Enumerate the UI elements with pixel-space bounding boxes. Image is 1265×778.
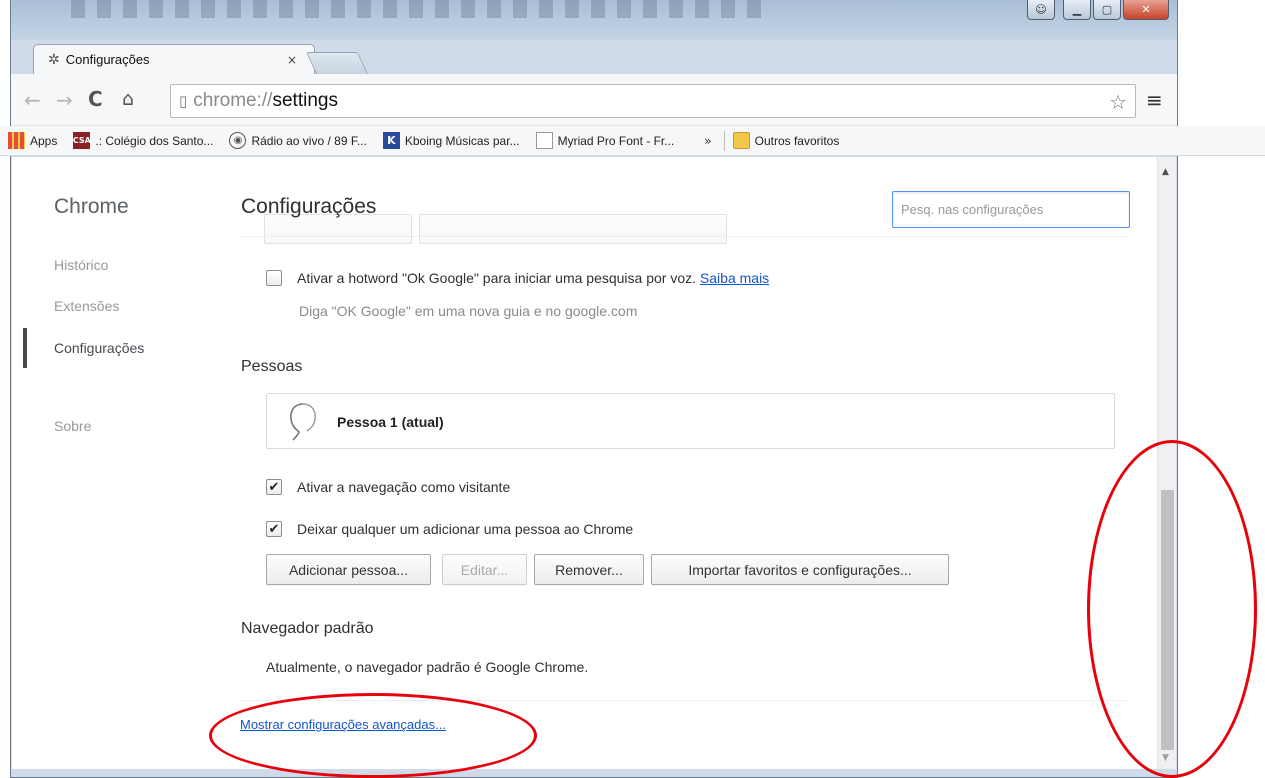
hotword-checkbox[interactable] (266, 270, 282, 286)
apps-grid-icon (8, 132, 25, 149)
bookmark-other-folder[interactable]: Outros favoritos (732, 132, 840, 149)
person-name: Pessoa 1 (atual) (337, 414, 444, 430)
title-bar: ☺ ▁ ▢ ✕ (11, 0, 1177, 40)
bookmark-star-icon[interactable]: ☆ (1109, 90, 1127, 114)
page-icon: ▯ (179, 92, 188, 110)
bookmark-label: Apps (30, 133, 58, 148)
scroll-down-arrow-icon[interactable]: ▼ (1162, 753, 1169, 763)
tab-title: Configurações (65, 52, 150, 67)
settings-page: Chrome Histórico Extensões Configurações… (12, 157, 1157, 769)
tab-close-icon[interactable]: × (284, 53, 300, 67)
vertical-scrollbar[interactable]: ▲ ▼ (1157, 157, 1176, 769)
allow-add-person-checkbox[interactable]: ✔ (266, 521, 282, 537)
home-icon[interactable]: ⌂ (122, 88, 134, 110)
guest-browsing-checkbox[interactable]: ✔ (266, 479, 282, 495)
bookmark-myriad[interactable]: Myriad Pro Font - Fr... (535, 132, 675, 149)
bookmark-label: Rádio ao vivo / 89 F... (251, 133, 367, 148)
section-title-pessoas: Pessoas (241, 358, 303, 375)
remove-person-button[interactable]: Remover... (534, 554, 644, 585)
bookmark-label: Kboing Músicas par... (404, 133, 520, 148)
show-advanced-settings-link[interactable]: Mostrar configurações avançadas... (240, 717, 446, 732)
bookmark-radio[interactable]: ◉ Rádio ao vivo / 89 F... (229, 132, 367, 149)
saiba-mais-link[interactable]: Saiba mais (700, 270, 769, 286)
scroll-up-arrow-icon[interactable]: ▲ (1162, 167, 1169, 177)
more-bookmarks-chevron-icon[interactable]: » (704, 134, 711, 148)
back-arrow-icon[interactable]: ← (24, 88, 41, 112)
new-tab-button[interactable] (305, 52, 369, 74)
add-person-button[interactable]: Adicionar pessoa... (266, 554, 431, 585)
import-bookmarks-button[interactable]: Importar favoritos e configurações... (651, 554, 949, 585)
user-icon[interactable]: ☺ (1027, 0, 1055, 20)
url-host: settings (272, 90, 338, 111)
bookmark-apps[interactable]: Apps (8, 132, 57, 149)
menu-icon[interactable]: ≡ (1146, 88, 1163, 112)
default-browser-status: Atualmente, o navegador padrão é Google … (266, 659, 589, 675)
url-scheme: chrome:// (193, 90, 273, 111)
hotword-hint: Diga "OK Google" em uma nova guia e no g… (299, 303, 638, 319)
radio-icon: ◉ (229, 132, 247, 149)
header-divider (241, 236, 1129, 237)
school-logo-icon: CSA (73, 132, 91, 149)
bookmarks-bar: Apps CSA .: Colégio dos Santo... ◉ Rádio… (0, 126, 1265, 156)
minimize-icon[interactable]: ▁ (1063, 0, 1091, 20)
gear-icon: ✲ (48, 51, 60, 68)
maximize-icon[interactable]: ▢ (1093, 0, 1121, 20)
allow-add-person-label: Deixar qualquer um adicionar uma pessoa … (297, 521, 634, 537)
bookmarks-separator (723, 130, 725, 151)
scrollbar-thumb[interactable] (1161, 490, 1174, 750)
sidebar-item-historico[interactable]: Histórico (54, 257, 108, 273)
sidebar-item-configuracoes[interactable]: Configurações (54, 340, 144, 356)
kboing-logo-icon: K (382, 132, 400, 149)
hotword-label-text: Ativar a hotword "Ok Google" para inicia… (297, 270, 697, 286)
settings-search-input[interactable] (892, 191, 1130, 228)
sidebar-title: Chrome (54, 195, 129, 218)
manage-search-engines-button (419, 214, 727, 244)
tab-configuracoes[interactable]: ✲ Configurações × (33, 44, 315, 74)
sidebar-item-sobre[interactable]: Sobre (54, 418, 91, 434)
person-list[interactable]: Pessoa 1 (atual) (266, 393, 1115, 449)
bookmark-label: Outros favoritos (754, 133, 840, 148)
page-icon (535, 132, 553, 149)
person-avatar-icon (290, 403, 316, 441)
section-title-navegador-padrao: Navegador padrão (241, 620, 374, 637)
bookmark-label: .: Colégio dos Santo... (95, 133, 214, 148)
reload-icon[interactable]: C (88, 87, 103, 111)
bookmark-colegio[interactable]: CSA .: Colégio dos Santo... (73, 132, 213, 149)
sidebar-item-extensoes[interactable]: Extensões (54, 298, 119, 314)
edit-person-button[interactable]: Editar... (442, 554, 527, 585)
bookmark-kboing[interactable]: K Kboing Músicas par... (382, 132, 520, 149)
footer-divider (241, 700, 1129, 701)
guest-browsing-label: Ativar a navegação como visitante (297, 479, 511, 495)
folder-icon (732, 132, 750, 149)
sidebar-active-indicator (23, 328, 27, 368)
address-bar[interactable]: ▯ chrome://settings ☆ (170, 84, 1136, 118)
close-icon[interactable]: ✕ (1123, 0, 1169, 20)
forward-arrow-icon[interactable]: → (56, 88, 73, 112)
bookmark-label: Myriad Pro Font - Fr... (557, 133, 675, 148)
background-app-toolbar (71, 0, 771, 18)
window-controls: ☺ ▁ ▢ ✕ (1027, 0, 1169, 20)
hotword-label: Ativar a hotword "Ok Google" para inicia… (297, 270, 769, 286)
page-title: Configurações (241, 195, 377, 218)
